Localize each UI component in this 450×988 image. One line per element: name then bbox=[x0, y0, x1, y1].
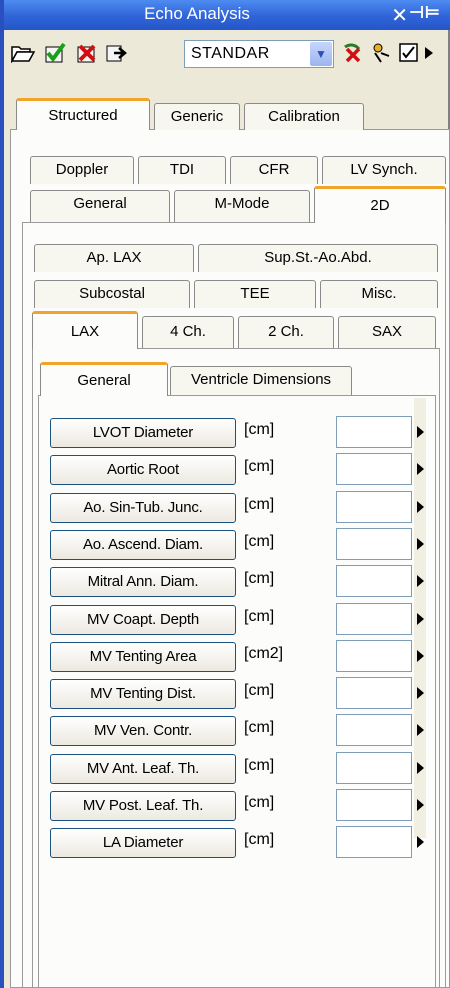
arrow-right-icon[interactable] bbox=[414, 528, 426, 560]
aortic-root-value-field[interactable] bbox=[336, 453, 412, 486]
preset-value: STANDAR bbox=[191, 45, 270, 62]
echo-analysis-window: Echo Analysis ✕ ⊣⊨ STANDAR ▼ Structured … bbox=[0, 0, 450, 988]
arrow-right-icon[interactable] bbox=[414, 714, 426, 746]
tab-generic[interactable]: Generic bbox=[154, 103, 240, 130]
mv-post-leaf-th-unit: [cm] bbox=[244, 794, 275, 811]
tab-subcostal[interactable]: Subcostal bbox=[34, 280, 190, 308]
tab-ventricle-dimensions[interactable]: Ventricle Dimensions bbox=[170, 366, 352, 395]
mv-ant-leaf-th-button[interactable]: MV Ant. Leaf. Th. bbox=[50, 753, 236, 784]
aortic-root-unit: [cm] bbox=[244, 458, 275, 476]
arrow-right-icon[interactable] bbox=[414, 491, 426, 523]
mv-coapt-depth-unit: [cm] bbox=[244, 607, 275, 625]
tab-sax[interactable]: SAX bbox=[338, 316, 436, 348]
tab-2ch[interactable]: 2 Ch. bbox=[238, 316, 334, 348]
arrow-right-icon[interactable] bbox=[414, 640, 426, 672]
tab-4ch[interactable]: 4 Ch. bbox=[142, 316, 234, 348]
mv-coapt-depth-value-field[interactable] bbox=[336, 602, 412, 635]
tab-structured[interactable]: Structured bbox=[16, 98, 150, 130]
chevron-down-icon[interactable]: ▼ bbox=[310, 42, 332, 66]
more-arrow-icon[interactable] bbox=[420, 40, 438, 66]
open-folder-icon[interactable] bbox=[10, 40, 36, 66]
mv-ven-contr-button[interactable]: MV Ven. Contr. bbox=[50, 716, 236, 747]
mv-tenting-dist-button[interactable]: MV Tenting Dist. bbox=[50, 679, 236, 710]
tab-tee[interactable]: TEE bbox=[194, 280, 316, 308]
mv-ven-contr-unit: [cm] bbox=[244, 719, 275, 737]
lvot-diameter-button[interactable]: LVOT Diameter bbox=[50, 418, 236, 448]
wizard-icon[interactable] bbox=[368, 40, 394, 66]
tab-section-general[interactable]: General bbox=[40, 362, 168, 396]
tab-general[interactable]: General bbox=[30, 190, 170, 222]
mitral-ann-diam-value-field[interactable] bbox=[336, 565, 412, 598]
tab-m-mode[interactable]: M-Mode bbox=[174, 190, 310, 222]
mv-ven-contr-value-field[interactable] bbox=[336, 714, 412, 747]
tab-lv-synch[interactable]: LV Synch. bbox=[322, 156, 446, 184]
mv-tenting-area-value-field[interactable] bbox=[336, 639, 412, 672]
ao-sin-tub-junc-button[interactable]: Ao. Sin-Tub. Junc. bbox=[50, 492, 236, 523]
mv-tenting-dist-unit: [cm] bbox=[244, 682, 275, 700]
mv-coapt-depth-button[interactable]: MV Coapt. Depth bbox=[50, 604, 236, 635]
report-icon[interactable] bbox=[396, 40, 422, 66]
tab-sup-st-ao-abd[interactable]: Sup.St.-Ao.Abd. bbox=[198, 244, 438, 272]
ao-ascend-diam-unit: [cm] bbox=[244, 532, 275, 550]
tab-misc[interactable]: Misc. bbox=[320, 280, 438, 308]
mv-post-leaf-th-value-field[interactable] bbox=[336, 789, 412, 821]
tab-calibration[interactable]: Calibration bbox=[244, 103, 364, 130]
window-title: Echo Analysis bbox=[144, 4, 250, 23]
arrow-right-icon[interactable] bbox=[414, 752, 426, 784]
mv-tenting-area-button[interactable]: MV Tenting Area bbox=[50, 641, 236, 672]
arrow-right-icon[interactable] bbox=[414, 416, 426, 448]
mv-ant-leaf-th-value-field[interactable] bbox=[336, 751, 412, 784]
tab-cfr[interactable]: CFR bbox=[230, 156, 318, 184]
lvot-diameter-value-field[interactable] bbox=[336, 416, 412, 448]
tab-ap-lax[interactable]: Ap. LAX bbox=[34, 244, 194, 272]
tab-lax[interactable]: LAX bbox=[32, 311, 138, 349]
export-icon[interactable] bbox=[104, 40, 130, 66]
arrow-right-icon[interactable] bbox=[414, 453, 426, 485]
toolbar: STANDAR ▼ bbox=[10, 36, 450, 76]
aortic-root-button[interactable]: Aortic Root bbox=[50, 455, 236, 486]
tab-doppler[interactable]: Doppler bbox=[30, 156, 134, 184]
save-check-icon[interactable] bbox=[42, 40, 68, 66]
la-diameter-value-field[interactable] bbox=[336, 826, 412, 859]
arrow-right-icon[interactable] bbox=[414, 603, 426, 635]
pin-icon[interactable]: ⊣⊨ bbox=[409, 3, 440, 23]
mv-post-leaf-th-button[interactable]: MV Post. Leaf. Th. bbox=[50, 791, 236, 821]
arrow-right-icon[interactable] bbox=[414, 789, 426, 821]
ao-sin-tub-junc-unit: [cm] bbox=[244, 495, 275, 513]
arrow-right-icon[interactable] bbox=[414, 565, 426, 597]
mitral-ann-diam-button[interactable]: Mitral Ann. Diam. bbox=[50, 567, 236, 598]
preset-select[interactable]: STANDAR ▼ bbox=[184, 40, 334, 68]
la-diameter-button[interactable]: LA Diameter bbox=[50, 828, 236, 859]
ao-sin-tub-junc-value-field[interactable] bbox=[336, 490, 412, 523]
lvot-diameter-unit: [cm] bbox=[244, 421, 275, 438]
close-icon[interactable]: ✕ bbox=[391, 3, 408, 28]
arrow-right-icon[interactable] bbox=[414, 677, 426, 709]
cancel-measure-icon[interactable] bbox=[340, 40, 366, 66]
arrow-right-icon[interactable] bbox=[414, 826, 426, 858]
ao-ascend-diam-value-field[interactable] bbox=[336, 527, 412, 560]
ao-ascend-diam-button[interactable]: Ao. Ascend. Diam. bbox=[50, 529, 236, 560]
delete-icon[interactable] bbox=[74, 40, 100, 66]
tab-tdi[interactable]: TDI bbox=[138, 156, 226, 184]
mv-tenting-dist-value-field[interactable] bbox=[336, 677, 412, 710]
la-diameter-unit: [cm] bbox=[244, 831, 275, 849]
title-bar: Echo Analysis ✕ ⊣⊨ bbox=[4, 0, 450, 30]
mitral-ann-diam-unit: [cm] bbox=[244, 570, 275, 588]
tab-2d[interactable]: 2D bbox=[314, 186, 446, 223]
mv-ant-leaf-th-unit: [cm] bbox=[244, 756, 275, 774]
mv-tenting-area-unit: [cm2] bbox=[244, 644, 284, 662]
